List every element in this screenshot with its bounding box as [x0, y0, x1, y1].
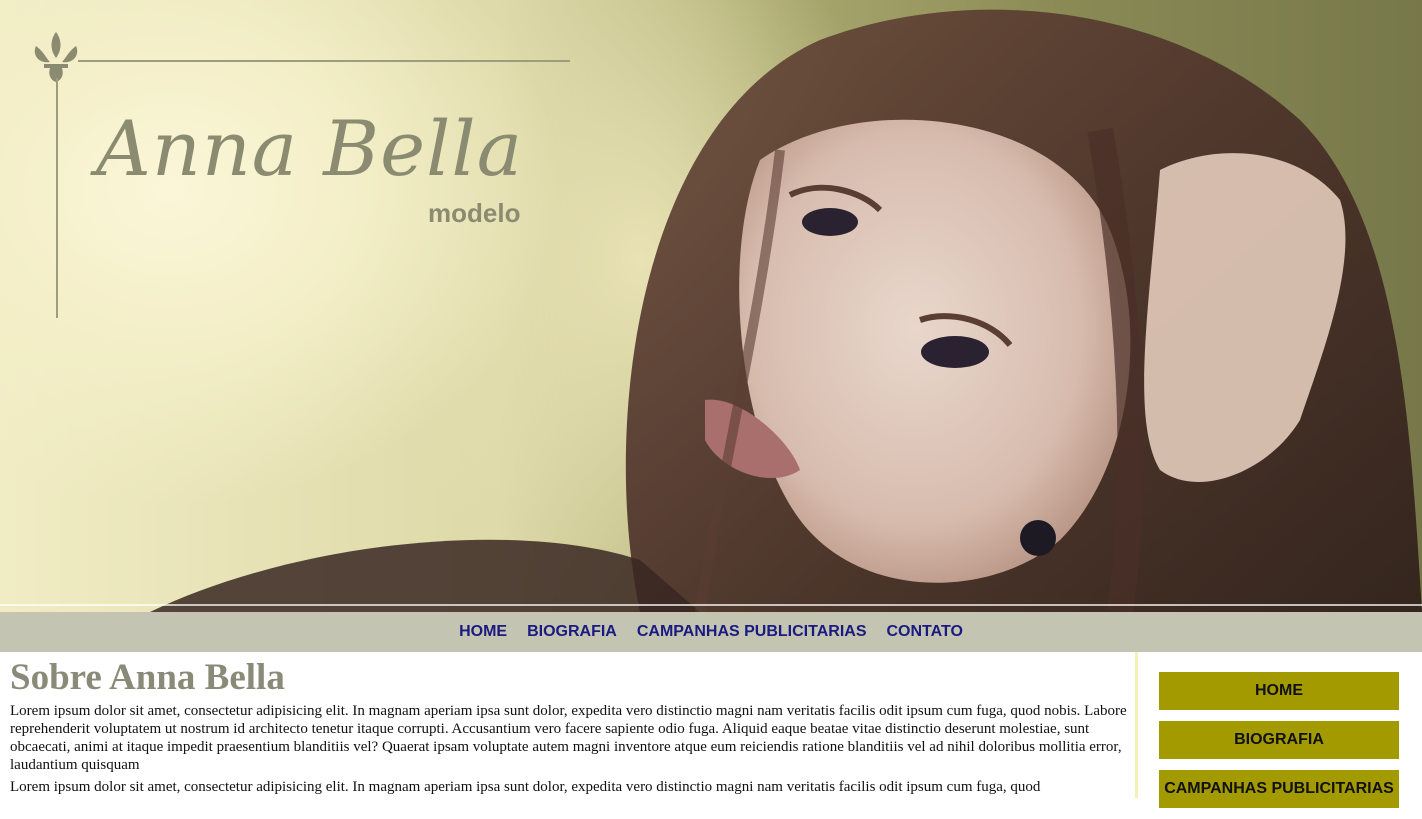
- sidebar-biografia-button[interactable]: BIOGRAFIA: [1159, 721, 1399, 759]
- main-content: Sobre Anna Bella Lorem ipsum dolor sit a…: [10, 652, 1130, 800]
- sidebar-home-button[interactable]: HOME: [1159, 672, 1399, 710]
- column-divider: [1135, 652, 1138, 798]
- hero-photo: [150, 9, 1422, 612]
- paragraph: Lorem ipsum dolor sit amet, consectetur …: [10, 779, 1041, 795]
- hero-bottom-line: [0, 604, 1422, 606]
- fleur-de-lis-icon: [34, 32, 78, 82]
- nav-campanhas[interactable]: CAMPANHAS PUBLICITARIAS: [637, 623, 867, 641]
- page-title: Sobre Anna Bella: [10, 657, 285, 698]
- sidebar-campanhas-button[interactable]: CAMPANHAS PUBLICITARIAS: [1159, 770, 1399, 808]
- logo-subtitle: modelo: [428, 198, 521, 228]
- paragraph: Lorem ipsum dolor sit amet, consectetur …: [10, 703, 1127, 773]
- nav-home[interactable]: HOME: [459, 623, 507, 641]
- logo-frame-horizontal: [78, 60, 570, 62]
- sidebar: HOME BIOGRAFIA CAMPANHAS PUBLICITARIAS: [1159, 672, 1399, 819]
- nav-biografia[interactable]: BIOGRAFIA: [527, 623, 617, 641]
- nav-contato[interactable]: CONTATO: [886, 623, 962, 641]
- logo-frame-vertical: [56, 78, 58, 318]
- top-nav: HOME BIOGRAFIA CAMPANHAS PUBLICITARIAS C…: [0, 612, 1422, 652]
- hero-banner: Anna Bella modelo: [0, 0, 1422, 612]
- logo-name: Anna Bella: [96, 104, 523, 193]
